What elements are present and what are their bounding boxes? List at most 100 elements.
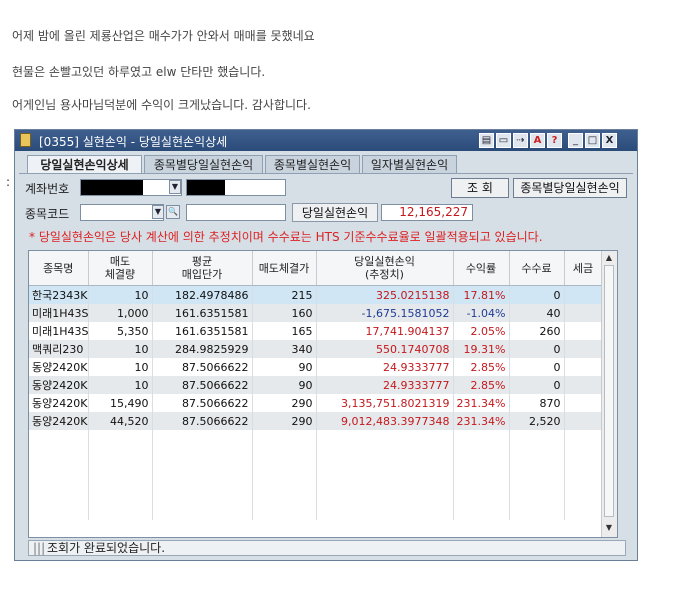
daily-by-stock-button[interactable]: 종목별당일실현손익 [513,178,627,198]
empty-cell [152,466,253,484]
col-header-fee[interactable]: 수수료 [509,251,565,286]
cell-daily-pnl: 24.9333777 [316,376,454,394]
cell-tax [564,340,603,358]
account-number-field[interactable] [80,179,182,196]
cell-tax [564,304,603,322]
close-button[interactable]: X [602,133,617,148]
table-header-row: 종목명 매도 체결량 평균 매입단가 매도체결가 당일실현손익 (추정치) 수익… [29,251,603,286]
col-header-daily-pnl[interactable]: 당일실현손익 (추정치) [316,251,454,286]
cell-sell-price: 215 [252,285,317,304]
cell-avg-price: 182.4978486 [152,285,253,304]
cell-sell-qty: 15,490 [88,394,153,412]
table-row[interactable]: 동양2420K 15,490 87.5066622 290 3,135,751.8021… [29,394,603,412]
cell-name: 미래1H43S [29,304,89,322]
cell-name: 동양2420K [29,358,89,376]
cell-fee: 2,520 [509,412,565,430]
col-header-tax[interactable]: 세금 [564,251,603,286]
empty-cell [252,466,317,484]
layout-icon[interactable]: ▤ [479,133,494,148]
account-password-field[interactable] [186,179,286,196]
search-icon[interactable]: 🔍 [166,205,180,219]
empty-cell [152,430,253,448]
table-row[interactable]: 한국2343K 10 182.4978486 215 325.0215138 17.81%… [29,285,603,304]
empty-cell [509,430,565,448]
empty-cell [453,502,510,520]
empty-cell [316,448,454,466]
table-row[interactable]: 미래1H43S 1,000 161.6351581 160 -1,675.1581052… [29,304,603,322]
tab-daily-realized-by-stock[interactable]: 종목별당일실현손익 [144,155,263,173]
cell-sell-price: 290 [252,412,317,430]
stock-name-field [186,204,286,221]
cell-fee: 0 [509,358,565,376]
pnl-grid: 종목명 매도 체결량 평균 매입단가 매도체결가 당일실현손익 (추정치) 수익… [28,250,618,538]
cell-daily-pnl: -1,675.1581052 [316,304,454,322]
empty-cell [564,502,603,520]
empty-row [29,502,603,520]
cell-sell-qty: 1,000 [88,304,153,322]
empty-cell [29,466,89,484]
tab-realized-by-date[interactable]: 일자별실현손익 [362,155,457,173]
query-button[interactable]: 조 회 [451,178,509,198]
cell-name: 동양2420K [29,376,89,394]
tab-realized-by-stock[interactable]: 종목별실현손익 [265,155,360,173]
table-row[interactable]: 동양2420K 10 87.5066622 90 24.9333777 2.85% 0 [29,358,603,376]
empty-cell [252,430,317,448]
cell-name: 미래1H43S [29,322,89,340]
col-header-return[interactable]: 수익률 [453,251,510,286]
account-dropdown-icon[interactable]: ▼ [169,180,181,194]
empty-row [29,448,603,466]
maximize-button[interactable]: □ [585,133,600,148]
cell-fee: 40 [509,304,565,322]
cell-tax [564,376,603,394]
empty-cell [316,484,454,502]
cell-sell-qty: 44,520 [88,412,153,430]
empty-cell [564,448,603,466]
pin-icon[interactable]: ⇢ [513,133,528,148]
cell-avg-price: 161.6351581 [152,322,253,340]
tab-daily-realized-detail[interactable]: 당일실현손익상세 [27,155,142,174]
cell-avg-price: 87.5066622 [152,358,253,376]
col-header-name[interactable]: 종목명 [29,251,89,286]
empty-cell [152,484,253,502]
empty-cell [453,466,510,484]
post-line-1: 어제 밤에 올린 제룡산업은 매수가가 안와서 매매를 못했네요 [12,29,315,43]
col-header-sell-price[interactable]: 매도체결가 [252,251,317,286]
cell-sell-price: 165 [252,322,317,340]
status-grip-icon: ||| [33,541,46,555]
cell-sell-price: 90 [252,376,317,394]
cell-fee: 0 [509,285,565,304]
realized-pnl-window: [0355] 실현손익 - 당일실현손익상세 ▤ ▭ ⇢ A ? _ □ X 당… [14,129,638,561]
window-titlebar: [0355] 실현손익 - 당일실현손익상세 ▤ ▭ ⇢ A ? _ □ X [15,130,637,151]
window-icon[interactable]: ▭ [496,133,511,148]
font-icon[interactable]: A [530,133,545,148]
empty-cell [29,448,89,466]
empty-cell [88,484,153,502]
table-row[interactable]: 동양2420K 10 87.5066622 90 24.9333777 2.85% 0 [29,376,603,394]
table-row[interactable]: 맥쿼리230 10 284.9825929 340 550.1740708 19.31% 0 [29,340,603,358]
empty-cell [252,484,317,502]
col-header-sell-qty[interactable]: 매도 체결량 [88,251,153,286]
cell-avg-price: 87.5066622 [152,394,253,412]
cell-tax [564,285,603,304]
scroll-up-icon[interactable]: ▲ [604,253,614,263]
empty-cell [88,448,153,466]
cell-name: 맥쿼리230 [29,340,89,358]
help-icon[interactable]: ? [547,133,562,148]
status-bar: ||| 조회가 완료되었습니다. [28,540,626,556]
scroll-down-icon[interactable]: ▼ [604,523,614,533]
table-row[interactable]: 동양2420K 44,520 87.5066622 290 9,012,483.3977… [29,412,603,430]
vertical-scrollbar[interactable]: ▲ ▼ [601,251,617,537]
scroll-thumb[interactable] [604,265,614,517]
table-row[interactable]: 미래1H43S 5,350 161.6351581 165 17,741.904137 2… [29,322,603,340]
cell-daily-pnl: 550.1740708 [316,340,454,358]
empty-cell [453,430,510,448]
minimize-button[interactable]: _ [568,133,583,148]
cell-name: 동양2420K [29,394,89,412]
col-header-avg-price[interactable]: 평균 매입단가 [152,251,253,286]
post-line-3: 어게인님 용사마님덕분에 수익이 크게났습니다. 감사합니다. [12,98,311,112]
cell-return: 19.31% [453,340,510,358]
cell-fee: 870 [509,394,565,412]
stock-code-dropdown-icon[interactable]: ▼ [152,205,164,219]
post-line-2: 현물은 손빨고있던 하루였고 elw 단타만 했습니다. [12,65,266,79]
empty-cell [252,448,317,466]
